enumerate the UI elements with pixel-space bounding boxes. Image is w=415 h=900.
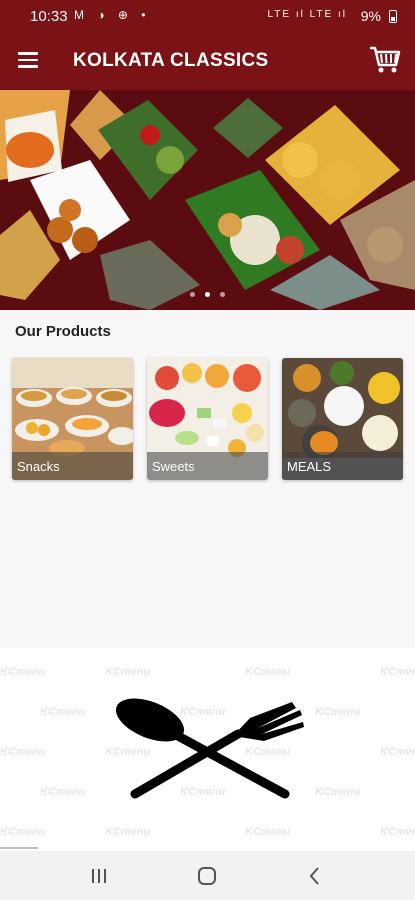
footer-decoration: KCmenu KCmenu KCmenu KCmenu KCmenu KCmen… bbox=[0, 648, 415, 851]
notification-icons: M ◑ ⊕ • bbox=[74, 8, 151, 22]
product-card-snacks[interactable]: Snacks bbox=[12, 358, 133, 480]
product-label: MEALS bbox=[282, 452, 403, 480]
hamburger-icon-line bbox=[18, 58, 38, 61]
carousel-dot[interactable] bbox=[220, 292, 226, 297]
battery-level: 9% bbox=[360, 8, 381, 24]
status-time: 10:33 bbox=[30, 8, 68, 25]
section-heading: Our Products bbox=[15, 323, 111, 340]
spoon-fork-icon bbox=[115, 698, 304, 799]
banner-carousel[interactable] bbox=[0, 90, 415, 310]
recent-apps-icon bbox=[92, 869, 106, 883]
back-button[interactable] bbox=[302, 863, 328, 889]
product-card-sweets[interactable]: Sweets bbox=[147, 358, 268, 480]
banner-collage-image bbox=[0, 90, 415, 310]
recent-apps-button[interactable] bbox=[86, 863, 112, 889]
product-card-meals[interactable]: MEALS bbox=[282, 358, 403, 480]
signal-icons: LTE ıl LTE ıl bbox=[267, 9, 347, 20]
carousel-dot-active[interactable] bbox=[205, 292, 210, 297]
hamburger-icon-line bbox=[18, 65, 38, 68]
hamburger-menu-button[interactable] bbox=[18, 52, 38, 68]
product-label: Sweets bbox=[147, 452, 268, 480]
cart-button[interactable] bbox=[369, 44, 401, 76]
scroll-indicator bbox=[0, 847, 38, 849]
system-navigation-bar bbox=[0, 851, 415, 900]
product-list: Snacks Sweets MEALS bbox=[12, 358, 404, 480]
home-icon bbox=[198, 867, 216, 885]
back-icon bbox=[309, 867, 319, 885]
app-bar: KOLKATA CLASSICS bbox=[0, 32, 415, 90]
cart-icon bbox=[370, 46, 401, 73]
app-title: KOLKATA CLASSICS bbox=[73, 50, 269, 71]
home-button[interactable] bbox=[194, 863, 220, 889]
carousel-dot[interactable] bbox=[189, 292, 195, 297]
hamburger-icon-line bbox=[18, 52, 38, 55]
status-bar: 10:33 M ◑ ⊕ • LTE ıl LTE ıl 9% bbox=[0, 0, 415, 32]
product-label: Snacks bbox=[12, 452, 133, 480]
battery-icon bbox=[389, 10, 397, 23]
carousel-indicator bbox=[0, 284, 415, 302]
